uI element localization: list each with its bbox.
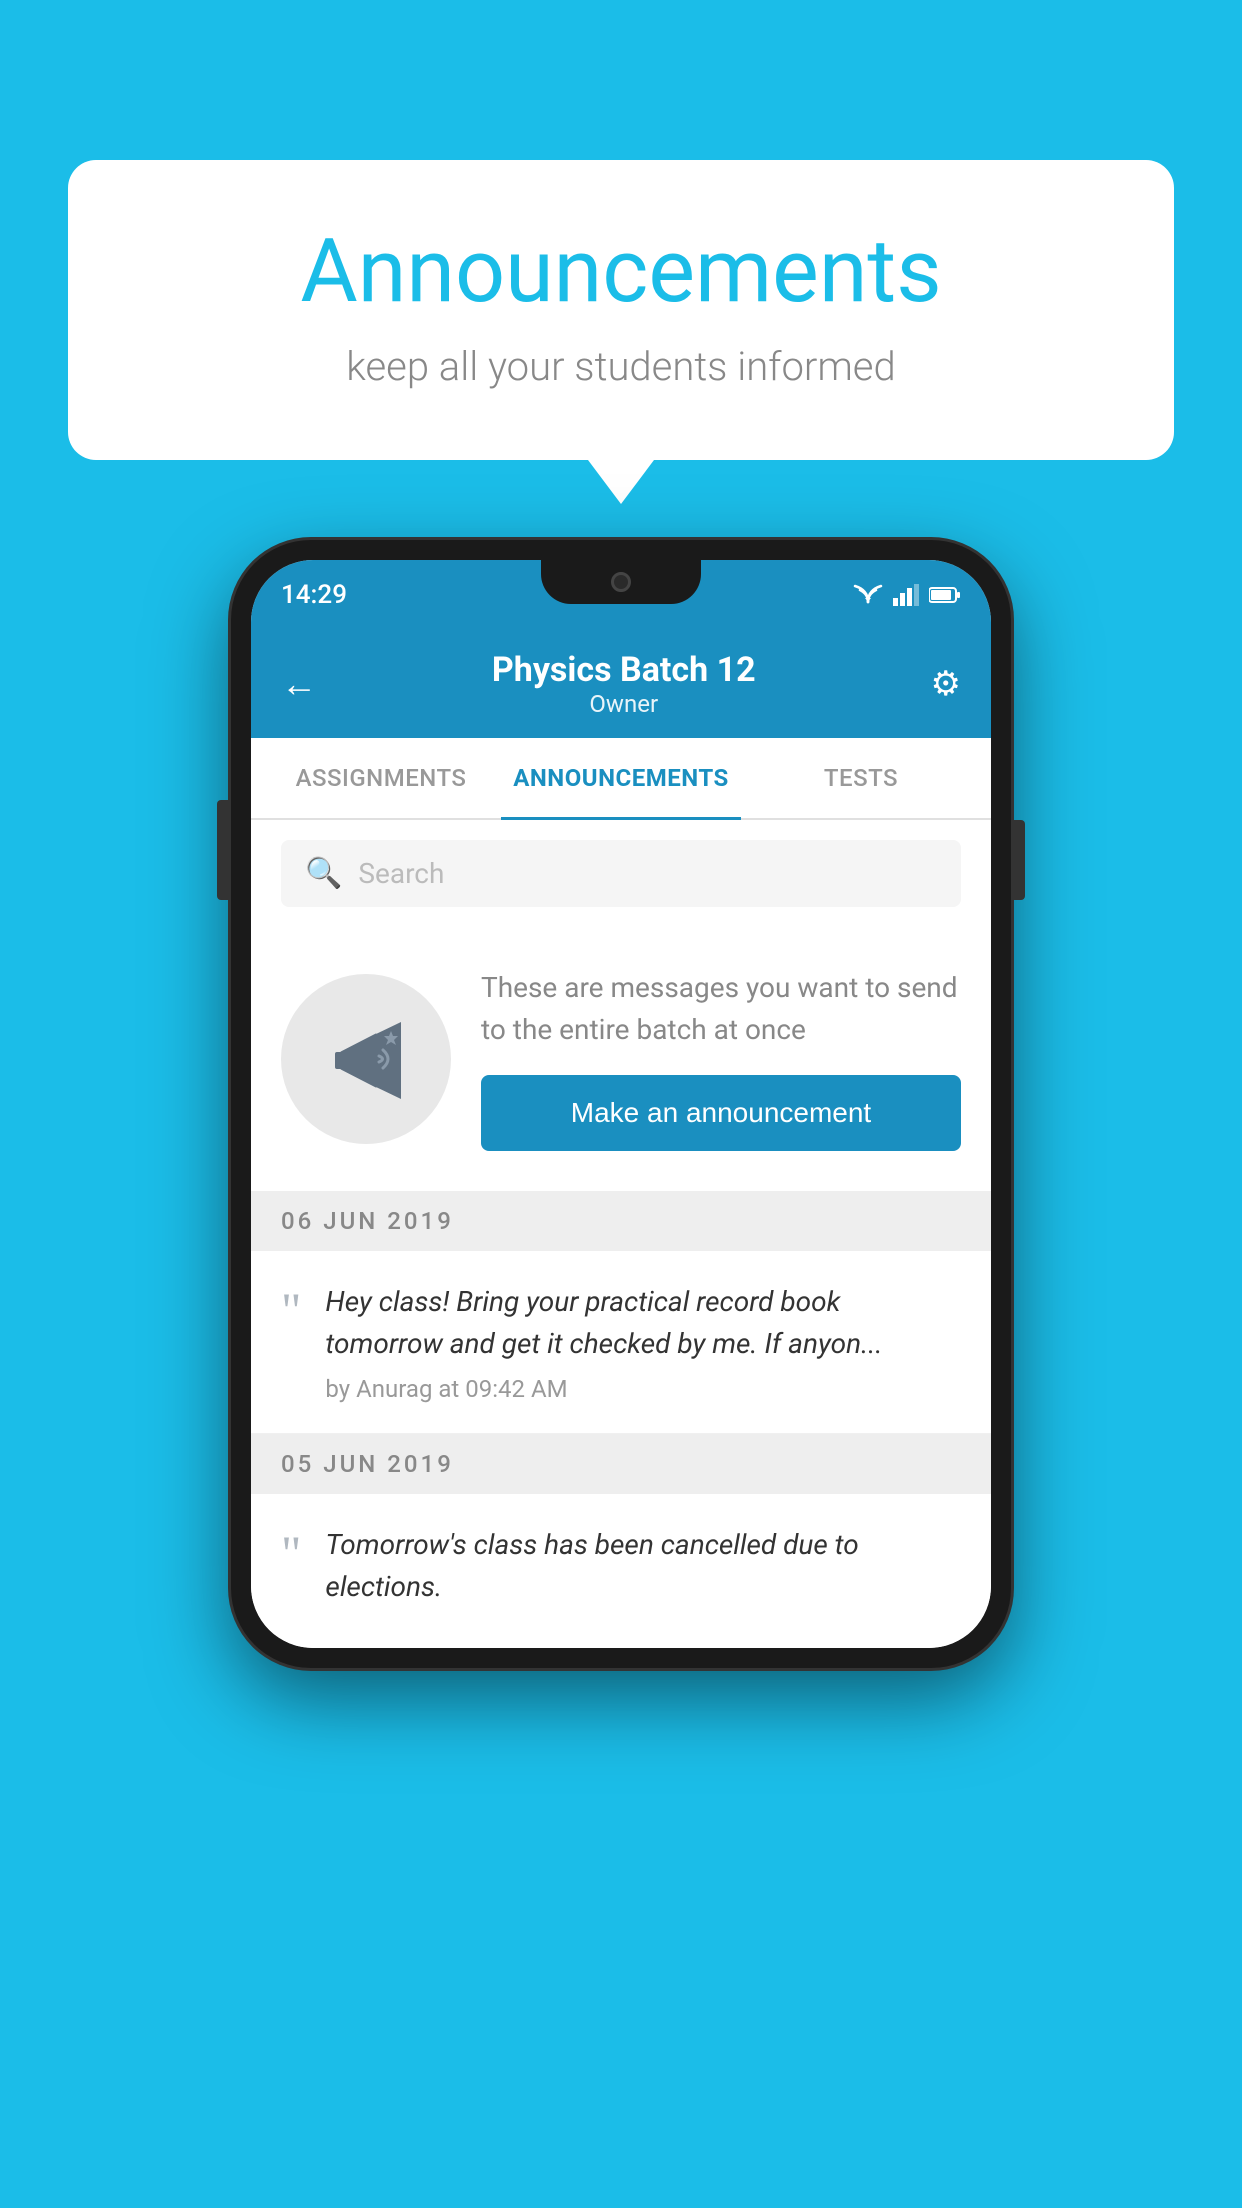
tab-tests[interactable]: TESTS xyxy=(741,738,981,818)
announcement-text-1: Hey class! Bring your practical record b… xyxy=(325,1281,961,1365)
speech-bubble: Announcements keep all your students inf… xyxy=(68,160,1174,460)
tab-announcements[interactable]: ANNOUNCEMENTS xyxy=(501,738,741,818)
settings-icon[interactable]: ⚙ xyxy=(931,664,961,704)
status-bar: 14:29 xyxy=(251,560,991,630)
announcement-text-2: Tomorrow's class has been cancelled due … xyxy=(325,1524,961,1608)
camera xyxy=(611,572,631,592)
announcement-author-1: by Anurag at 09:42 AM xyxy=(325,1375,961,1403)
announcement-content-2: Tomorrow's class has been cancelled due … xyxy=(325,1524,961,1618)
bubble-title: Announcements xyxy=(148,220,1094,323)
status-time: 14:29 xyxy=(281,580,347,610)
wifi-icon xyxy=(853,584,883,606)
announcement-content-1: Hey class! Bring your practical record b… xyxy=(325,1281,961,1403)
notch xyxy=(541,560,701,604)
tab-assignments[interactable]: ASSIGNMENTS xyxy=(261,738,501,818)
header-center: Physics Batch 12 Owner xyxy=(492,650,756,718)
phone-screen: 14:29 xyxy=(251,560,991,1648)
prompt-right: These are messages you want to send to t… xyxy=(481,967,961,1151)
date-separator-1: 06 JUN 2019 xyxy=(251,1191,991,1251)
make-announcement-button[interactable]: Make an announcement xyxy=(481,1075,961,1151)
megaphone-icon xyxy=(321,1014,411,1104)
phone-outer: 14:29 xyxy=(231,540,1011,1668)
date-separator-2: 05 JUN 2019 xyxy=(251,1434,991,1494)
tab-bar: ASSIGNMENTS ANNOUNCEMENTS TESTS xyxy=(251,738,991,820)
quote-icon-2: " xyxy=(281,1528,301,1578)
bubble-subtitle: keep all your students informed xyxy=(148,343,1094,390)
search-bar[interactable]: 🔍 Search xyxy=(281,840,961,907)
battery-icon xyxy=(929,586,961,604)
announcement-item-2[interactable]: " Tomorrow's class has been cancelled du… xyxy=(251,1494,991,1648)
search-icon: 🔍 xyxy=(305,856,342,891)
back-button[interactable]: ← xyxy=(281,663,317,705)
prompt-description: These are messages you want to send to t… xyxy=(481,967,961,1051)
search-input[interactable]: Search xyxy=(358,857,444,890)
search-container: 🔍 Search xyxy=(251,820,991,927)
signal-icon xyxy=(893,584,919,606)
header-title: Physics Batch 12 xyxy=(492,650,756,690)
announcement-item-1[interactable]: " Hey class! Bring your practical record… xyxy=(251,1251,991,1434)
megaphone-circle xyxy=(281,974,451,1144)
speech-bubble-container: Announcements keep all your students inf… xyxy=(68,160,1174,460)
header-subtitle: Owner xyxy=(492,690,756,718)
app-header: ← Physics Batch 12 Owner ⚙ xyxy=(251,630,991,738)
announcement-prompt: These are messages you want to send to t… xyxy=(251,927,991,1191)
phone-mockup: 14:29 xyxy=(231,540,1011,1668)
quote-icon-1: " xyxy=(281,1285,301,1335)
status-icons xyxy=(853,584,961,606)
